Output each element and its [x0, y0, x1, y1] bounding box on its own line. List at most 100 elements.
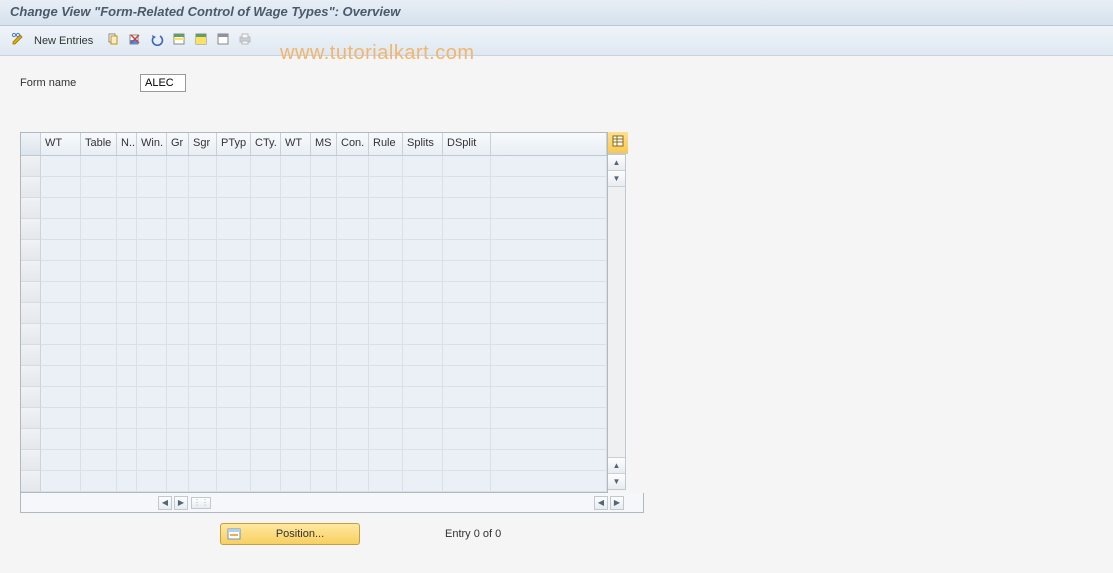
grid-cell[interactable]	[443, 450, 491, 471]
grid-cell[interactable]	[189, 345, 217, 366]
grid-cell[interactable]	[81, 156, 117, 177]
grid-cell[interactable]	[167, 366, 189, 387]
grid-cell[interactable]	[251, 303, 281, 324]
grid-cell[interactable]	[369, 156, 403, 177]
grid-cell[interactable]	[137, 261, 167, 282]
row-selector[interactable]	[21, 177, 41, 198]
grid-cell[interactable]	[311, 282, 337, 303]
grid-cell[interactable]	[251, 471, 281, 492]
grid-cell[interactable]	[403, 261, 443, 282]
grid-cell[interactable]	[281, 387, 311, 408]
grid-cell[interactable]	[251, 345, 281, 366]
grid-cell[interactable]	[41, 471, 81, 492]
grid-cell[interactable]	[137, 156, 167, 177]
grid-cell[interactable]	[337, 303, 369, 324]
grid-cell[interactable]	[167, 198, 189, 219]
column-header-wt[interactable]: WT	[41, 133, 81, 155]
grid-cell[interactable]	[217, 429, 251, 450]
grid-cell[interactable]	[491, 408, 607, 429]
grid-cell[interactable]	[281, 156, 311, 177]
row-selector[interactable]	[21, 429, 41, 450]
row-selector[interactable]	[21, 282, 41, 303]
grid-cell[interactable]	[403, 429, 443, 450]
form-name-input[interactable]	[140, 74, 186, 92]
grid-cell[interactable]	[217, 240, 251, 261]
scroll-down-button[interactable]: ▼	[608, 473, 625, 489]
grid-cell[interactable]	[41, 387, 81, 408]
column-header-gr[interactable]: Gr	[167, 133, 189, 155]
grid-cell[interactable]	[311, 345, 337, 366]
grid-cell[interactable]	[403, 366, 443, 387]
grid-cell[interactable]	[167, 345, 189, 366]
grid-cell[interactable]	[403, 177, 443, 198]
grid-cell[interactable]	[403, 303, 443, 324]
grid-cell[interactable]	[403, 408, 443, 429]
grid-cell[interactable]	[281, 429, 311, 450]
grid-cell[interactable]	[311, 366, 337, 387]
column-header-n[interactable]: N..	[117, 133, 137, 155]
grid-cell[interactable]	[403, 156, 443, 177]
row-selector[interactable]	[21, 261, 41, 282]
grid-cell[interactable]	[217, 366, 251, 387]
grid-cell[interactable]	[41, 408, 81, 429]
grid-cell[interactable]	[41, 345, 81, 366]
grid-cell[interactable]	[81, 450, 117, 471]
grid-cell[interactable]	[251, 177, 281, 198]
grid-select-all-header[interactable]	[21, 133, 41, 155]
grid-cell[interactable]	[337, 429, 369, 450]
grid-cell[interactable]	[491, 387, 607, 408]
grid-cell[interactable]	[251, 282, 281, 303]
grid-cell[interactable]	[167, 324, 189, 345]
row-selector[interactable]	[21, 324, 41, 345]
column-header-wt2[interactable]: WT	[281, 133, 311, 155]
grid-cell[interactable]	[337, 261, 369, 282]
grid-cell[interactable]	[369, 198, 403, 219]
grid-cell[interactable]	[81, 303, 117, 324]
grid-cell[interactable]	[189, 156, 217, 177]
table-settings-button[interactable]	[608, 132, 628, 154]
grid-cell[interactable]	[369, 408, 403, 429]
grid-cell[interactable]	[189, 219, 217, 240]
grid-cell[interactable]	[443, 303, 491, 324]
grid-cell[interactable]	[369, 387, 403, 408]
scroll-up-button-2[interactable]: ▼	[608, 171, 625, 187]
grid-cell[interactable]	[281, 345, 311, 366]
grid-cell[interactable]	[337, 450, 369, 471]
grid-cell[interactable]	[189, 198, 217, 219]
grid-cell[interactable]	[311, 261, 337, 282]
grid-cell[interactable]	[369, 450, 403, 471]
grid-cell[interactable]	[251, 240, 281, 261]
grid-cell[interactable]	[311, 156, 337, 177]
row-selector[interactable]	[21, 387, 41, 408]
grid-cell[interactable]	[443, 282, 491, 303]
grid-cell[interactable]	[217, 219, 251, 240]
grid-cell[interactable]	[81, 366, 117, 387]
grid-cell[interactable]	[281, 408, 311, 429]
grid-cell[interactable]	[81, 387, 117, 408]
grid-cell[interactable]	[311, 324, 337, 345]
scroll-right-end-button[interactable]: ▶	[610, 496, 624, 510]
grid-cell[interactable]	[251, 324, 281, 345]
grid-cell[interactable]	[337, 387, 369, 408]
grid-cell[interactable]	[167, 282, 189, 303]
row-selector[interactable]	[21, 219, 41, 240]
grid-cell[interactable]	[403, 387, 443, 408]
grid-cell[interactable]	[189, 282, 217, 303]
grid-cell[interactable]	[369, 345, 403, 366]
grid-cell[interactable]	[403, 219, 443, 240]
grid-cell[interactable]	[217, 471, 251, 492]
grid-cell[interactable]	[403, 471, 443, 492]
grid-cell[interactable]	[117, 303, 137, 324]
column-header-cty[interactable]: CTy.	[251, 133, 281, 155]
grid-cell[interactable]	[167, 429, 189, 450]
grid-cell[interactable]	[189, 177, 217, 198]
grid-cell[interactable]	[337, 408, 369, 429]
grid-cell[interactable]	[117, 198, 137, 219]
grid-cell[interactable]	[189, 366, 217, 387]
grid-cell[interactable]	[167, 156, 189, 177]
grid-cell[interactable]	[491, 324, 607, 345]
grid-cell[interactable]	[117, 156, 137, 177]
row-selector[interactable]	[21, 471, 41, 492]
grid-cell[interactable]	[443, 156, 491, 177]
grid-cell[interactable]	[369, 429, 403, 450]
